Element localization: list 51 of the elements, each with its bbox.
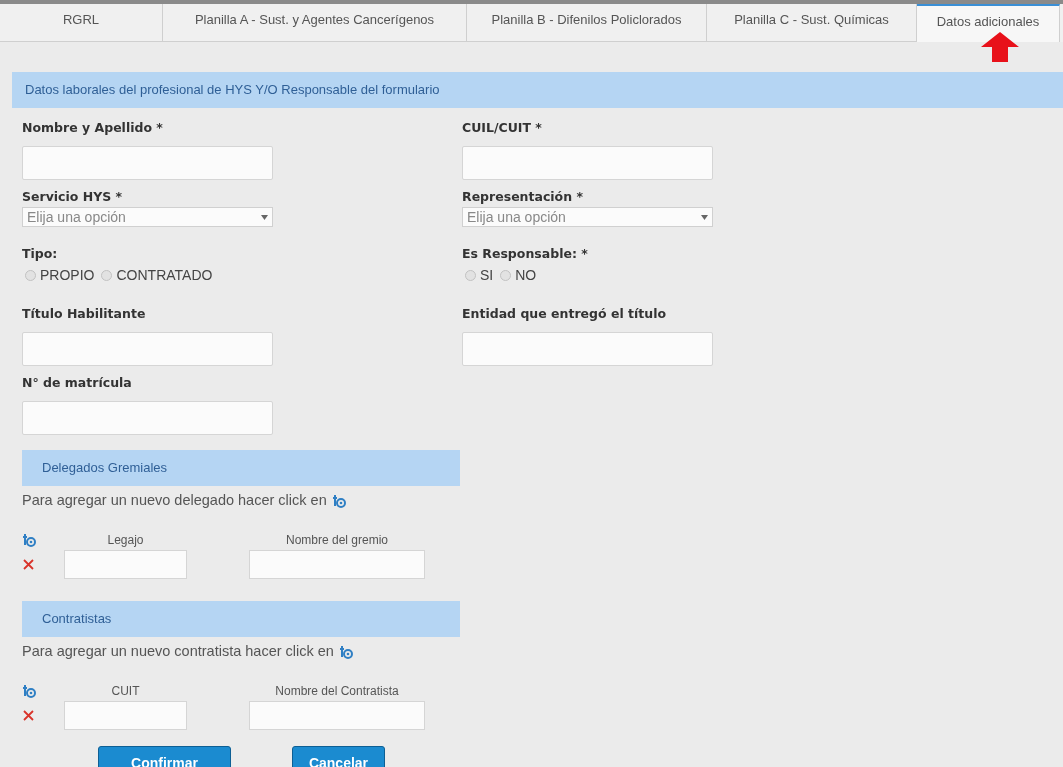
hint-text: Para agregar un nuevo delegado hacer click en	[22, 491, 327, 511]
select-field[interactable]: Elija una opción	[22, 207, 273, 227]
add-person-icon[interactable]	[22, 684, 36, 698]
tab[interactable]: Datos adicionales	[917, 4, 1060, 42]
field-label: Representación *	[462, 189, 583, 205]
radio-label: NO	[515, 266, 537, 285]
field-label: Título Habilitante	[22, 306, 146, 322]
input-field[interactable]	[22, 146, 273, 180]
up-arrow-icon	[981, 32, 1019, 62]
remove-icon[interactable]	[23, 709, 34, 721]
input-field[interactable]	[64, 549, 187, 579]
column-header: Nombre del gremio	[285, 532, 388, 549]
tab[interactable]: RGRL	[0, 4, 163, 42]
input-field[interactable]	[22, 401, 273, 435]
select-field[interactable]: Elija una opción	[462, 207, 713, 227]
column-header: CUIT	[111, 683, 140, 700]
input-field[interactable]	[64, 700, 187, 730]
input-field[interactable]	[249, 549, 425, 579]
field-label: N° de matrícula	[22, 375, 132, 391]
hint-text: Para agregar un nuevo contratista hacer click en	[22, 642, 334, 662]
column-header: Legajo	[107, 532, 144, 549]
tab[interactable]: Planilla B - Difenilos Policlorados	[467, 4, 707, 42]
field-label: CUIL/CUIT *	[462, 120, 542, 136]
radio-button[interactable]	[101, 270, 113, 281]
tab[interactable]: Planilla A - Sust. y Agentes Cancerígenos	[163, 4, 467, 42]
add-person-icon[interactable]	[22, 533, 36, 547]
radio-label: SI	[480, 266, 494, 285]
radio-button[interactable]	[500, 270, 512, 281]
caret-icon	[701, 214, 708, 220]
add-person-icon[interactable]	[338, 645, 353, 659]
remove-icon[interactable]	[23, 558, 34, 570]
add-person-icon[interactable]	[331, 494, 346, 508]
input-field[interactable]	[462, 332, 713, 366]
section-header: Delegados Gremiales	[22, 450, 460, 486]
field-label: Servicio HYS *	[22, 189, 123, 205]
column-header: Nombre del Contratista	[275, 683, 399, 700]
section-header: Contratistas	[22, 601, 460, 637]
field-label: Entidad que entregó el título	[462, 306, 667, 322]
section-header: Datos laborales del profesional de HYS Y/O Responsable del formulario	[12, 72, 1063, 108]
field-label: Tipo:	[22, 246, 58, 262]
input-field[interactable]	[462, 146, 713, 180]
radio-label: CONTRATADO	[116, 266, 213, 285]
input-field[interactable]	[249, 700, 425, 730]
tab[interactable]: Planilla C - Sust. Químicas	[707, 4, 917, 42]
field-label: Es Responsable: *	[462, 246, 588, 262]
radio-label: PROPIO	[40, 266, 95, 285]
input-field[interactable]	[22, 332, 273, 366]
field-label: Nombre y Apellido *	[22, 120, 163, 136]
radio-button[interactable]	[25, 270, 36, 281]
radio-button[interactable]	[465, 270, 476, 281]
caret-icon	[261, 214, 268, 220]
